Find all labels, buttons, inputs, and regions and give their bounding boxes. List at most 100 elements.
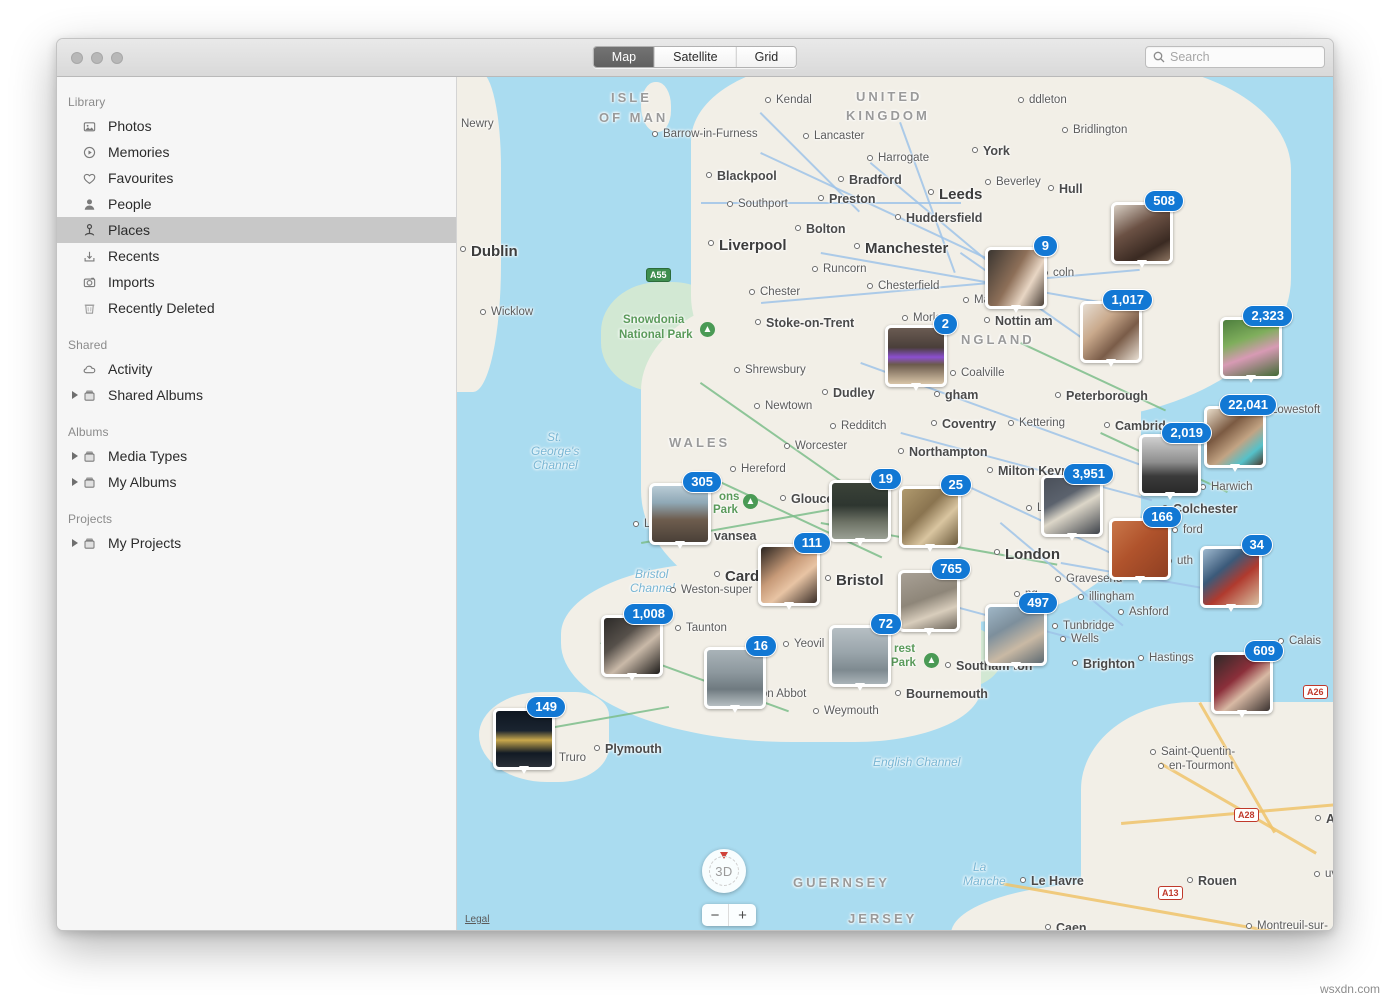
map-place-dot <box>734 367 740 373</box>
view-mode-segmented-control[interactable]: MapSatelliteGrid <box>593 46 797 68</box>
legal-link[interactable]: Legal <box>465 914 489 925</box>
segment-satellite[interactable]: Satellite <box>655 47 736 67</box>
sidebar-item-activity[interactable]: Activity <box>57 356 456 382</box>
close-button[interactable] <box>71 52 83 64</box>
map-photo-pin[interactable]: 765 <box>898 570 960 632</box>
map-place-dot <box>1172 527 1178 533</box>
zoom-out-button[interactable]: − <box>702 904 729 926</box>
map-photo-pin[interactable]: 2,323 <box>1220 317 1282 379</box>
compass-3d-control[interactable]: 3D <box>702 849 746 893</box>
map-place-dot <box>706 172 712 178</box>
map-place-dot <box>1055 392 1061 398</box>
map-label: Colchester <box>1173 502 1238 516</box>
window-body: Library Photos MemoriesFavourites People Pla… <box>57 77 1333 931</box>
pin-icon <box>82 223 103 238</box>
map-photo-pin[interactable]: 34 <box>1200 546 1262 608</box>
person-icon <box>82 197 97 212</box>
disclosure-triangle-icon[interactable] <box>68 452 81 460</box>
national-park-icon: ▲ <box>700 322 715 337</box>
sidebar-item-label: People <box>108 196 152 212</box>
map-photo-pin[interactable]: 1,008 <box>601 615 663 677</box>
pin-thumbnail-concert-crowd[interactable] <box>885 325 947 387</box>
map-place-dot <box>783 641 789 647</box>
map-place-dot <box>895 214 901 220</box>
map-photo-pin[interactable]: 3,951 <box>1041 475 1103 537</box>
sidebar-item-favourites[interactable]: Favourites <box>57 165 456 191</box>
sidebar-item-label: Recents <box>108 248 159 264</box>
memories-icon <box>82 145 97 160</box>
map-photo-pin[interactable]: 149 <box>493 708 555 770</box>
pin-count-badge: 34 <box>1241 534 1273 556</box>
zoom-button[interactable] <box>111 52 123 64</box>
map-place-dot <box>749 289 755 295</box>
map-place-dot <box>1026 505 1032 511</box>
sidebar-item-recents[interactable]: Recents <box>57 243 456 269</box>
photos-icon <box>82 119 103 134</box>
sidebar-item-recently-deleted[interactable]: Recently Deleted <box>57 295 456 321</box>
sidebar-item-memories[interactable]: Memories <box>57 139 456 165</box>
map-photo-pin[interactable]: 25 <box>899 486 961 548</box>
download-icon <box>82 249 103 264</box>
segment-grid[interactable]: Grid <box>737 47 797 67</box>
map-place-dot <box>1055 576 1061 582</box>
pin-count-badge: 149 <box>526 696 566 718</box>
sidebar-section-header-projects: Projects <box>57 495 456 530</box>
heart-icon <box>82 171 97 186</box>
map-photo-pin[interactable]: 1,017 <box>1080 301 1142 363</box>
sidebar-item-my-projects[interactable]: My Projects <box>57 530 456 556</box>
map-place-dot <box>813 708 819 714</box>
memories-icon <box>82 145 103 160</box>
map-label: Manche <box>963 874 1006 888</box>
sidebar-item-my-albums[interactable]: My Albums <box>57 469 456 495</box>
national-park-icon: ▲ <box>924 653 939 668</box>
pin-count-badge: 497 <box>1018 592 1058 614</box>
search-field[interactable]: Search <box>1145 46 1325 68</box>
map-place-dot <box>784 443 790 449</box>
heart-icon <box>82 171 103 186</box>
map-road <box>701 202 961 204</box>
map-place-dot <box>480 309 486 315</box>
map-photo-pin[interactable]: 16 <box>704 647 766 709</box>
map-photo-pin[interactable]: 19 <box>829 480 891 542</box>
camera-icon <box>82 275 97 290</box>
map-canvas[interactable]: 3D − + Legal NewryDublinWicklowISLEOF MA… <box>457 77 1333 931</box>
map-place-dot <box>714 571 720 577</box>
pin-thumbnail-child-in-car[interactable] <box>985 247 1047 309</box>
sidebar-item-shared-albums[interactable]: Shared Albums <box>57 382 456 408</box>
map-place-dot <box>1020 877 1026 883</box>
map-photo-pin[interactable]: 22,041 <box>1204 406 1266 468</box>
disclosure-triangle-icon[interactable] <box>68 391 81 399</box>
photos-icon <box>82 119 97 134</box>
map-label: St. <box>547 430 562 444</box>
sidebar-item-places[interactable]: Places <box>57 217 456 243</box>
map-photo-pin[interactable]: 9 <box>985 247 1047 309</box>
minimize-button[interactable] <box>91 52 103 64</box>
zoom-in-button[interactable]: + <box>729 904 756 926</box>
album-icon <box>82 536 103 551</box>
map-photo-pin[interactable]: 609 <box>1211 652 1273 714</box>
map-photo-pin[interactable]: 2 <box>885 325 947 387</box>
disclosure-triangle-icon[interactable] <box>68 539 81 547</box>
sidebar-item-media-types[interactable]: Media Types <box>57 443 456 469</box>
sidebar-item-photos[interactable]: Photos <box>57 113 456 139</box>
sidebar-item-label: Activity <box>108 361 152 377</box>
sidebar-item-imports[interactable]: Imports <box>57 269 456 295</box>
segment-map[interactable]: Map <box>594 47 655 67</box>
map-photo-pin[interactable]: 497 <box>985 604 1047 666</box>
pin-count-badge: 166 <box>1142 506 1182 528</box>
pin-icon <box>82 223 97 238</box>
map-photo-pin[interactable]: 72 <box>829 625 891 687</box>
map-place-dot <box>838 176 844 182</box>
sidebar-item-people[interactable]: People <box>57 191 456 217</box>
map-photo-pin[interactable]: 111 <box>758 544 820 606</box>
map-photo-pin[interactable]: 166 <box>1109 518 1171 580</box>
zoom-controls[interactable]: − + <box>702 904 756 926</box>
sidebar-section-header-library: Library <box>57 88 456 113</box>
map-place-dot <box>1150 749 1156 755</box>
map-place-dot <box>972 147 978 153</box>
sidebar-item-label: Photos <box>108 118 152 134</box>
map-photo-pin[interactable]: 2,019 <box>1139 434 1201 496</box>
disclosure-triangle-icon[interactable] <box>68 478 81 486</box>
map-photo-pin[interactable]: 305 <box>649 483 711 545</box>
map-photo-pin[interactable]: 508 <box>1111 202 1173 264</box>
